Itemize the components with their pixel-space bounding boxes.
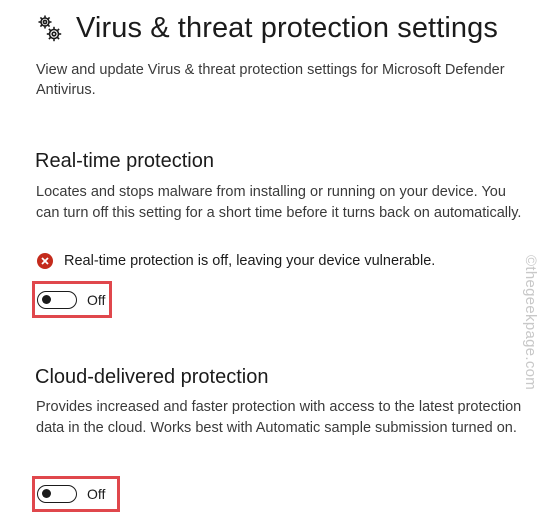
cloud-toggle-label: Off <box>87 486 106 502</box>
toggle-knob <box>42 489 51 498</box>
cloud-toggle-highlight: Off <box>32 476 120 512</box>
realtime-toggle-highlight: Off <box>32 281 112 318</box>
watermark: ©thegeekpage.com <box>522 255 539 391</box>
realtime-section-title: Real-time protection <box>35 150 214 172</box>
realtime-toggle-label: Off <box>87 291 106 308</box>
realtime-section-description: Locates and stops malware from installin… <box>36 184 522 221</box>
settings-page: Virus & threat protection settings View … <box>0 0 547 514</box>
cloud-section-description: Provides increased and faster protection… <box>36 399 522 436</box>
page-title: Virus & threat protection settings <box>76 12 498 44</box>
realtime-warning: Real-time protection is off, leaving you… <box>37 253 435 269</box>
realtime-warning-text: Real-time protection is off, leaving you… <box>64 253 436 269</box>
page-header: Virus & threat protection settings <box>36 12 498 45</box>
gear-icon <box>38 15 62 41</box>
error-icon <box>37 253 53 269</box>
toggle-knob <box>42 294 51 304</box>
realtime-toggle[interactable] <box>37 290 77 309</box>
page-description: View and update Virus & threat protectio… <box>36 62 505 98</box>
cloud-toggle[interactable] <box>37 485 77 503</box>
cloud-section-title: Cloud-delivered protection <box>35 366 269 388</box>
